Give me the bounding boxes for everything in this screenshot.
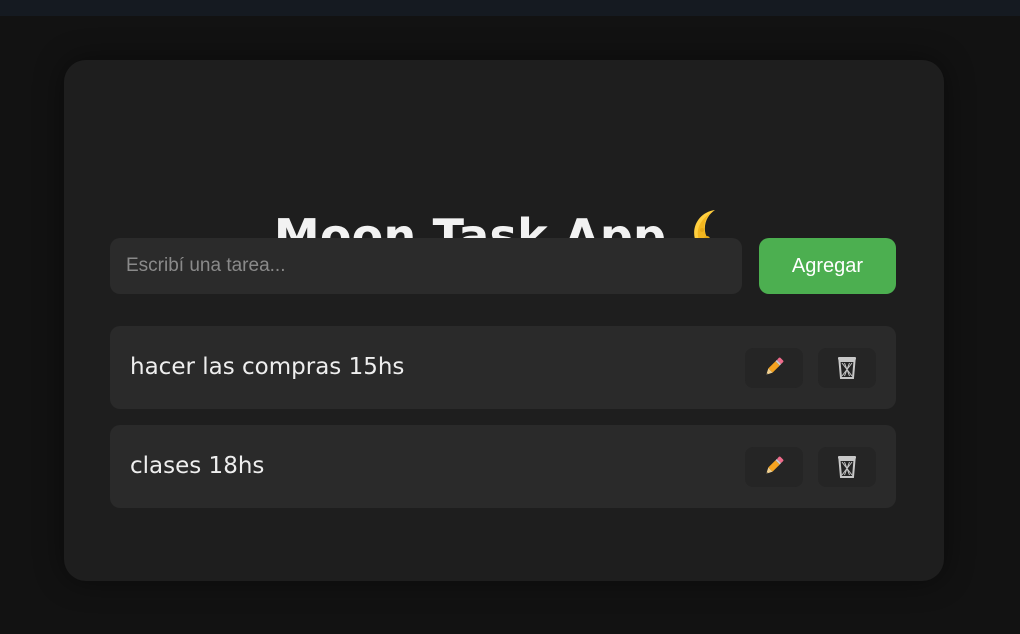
delete-task-button[interactable] xyxy=(818,447,876,487)
task-item: hacer las compras 15hs xyxy=(110,326,896,409)
task-label: clases 18hs xyxy=(130,453,265,479)
delete-task-button[interactable] xyxy=(818,348,876,388)
pencil-icon xyxy=(761,453,787,482)
task-card: Moon Task App Agregar hacer las compras … xyxy=(64,60,944,581)
add-task-button[interactable]: Agregar xyxy=(759,238,896,294)
task-item: clases 18hs xyxy=(110,425,896,508)
edit-task-button[interactable] xyxy=(745,447,803,487)
trash-icon xyxy=(835,453,859,482)
pencil-icon xyxy=(761,354,787,383)
task-input[interactable] xyxy=(110,238,742,294)
edit-task-button[interactable] xyxy=(745,348,803,388)
task-label: hacer las compras 15hs xyxy=(130,354,405,380)
browser-top-bar xyxy=(0,0,1020,16)
trash-icon xyxy=(835,354,859,383)
